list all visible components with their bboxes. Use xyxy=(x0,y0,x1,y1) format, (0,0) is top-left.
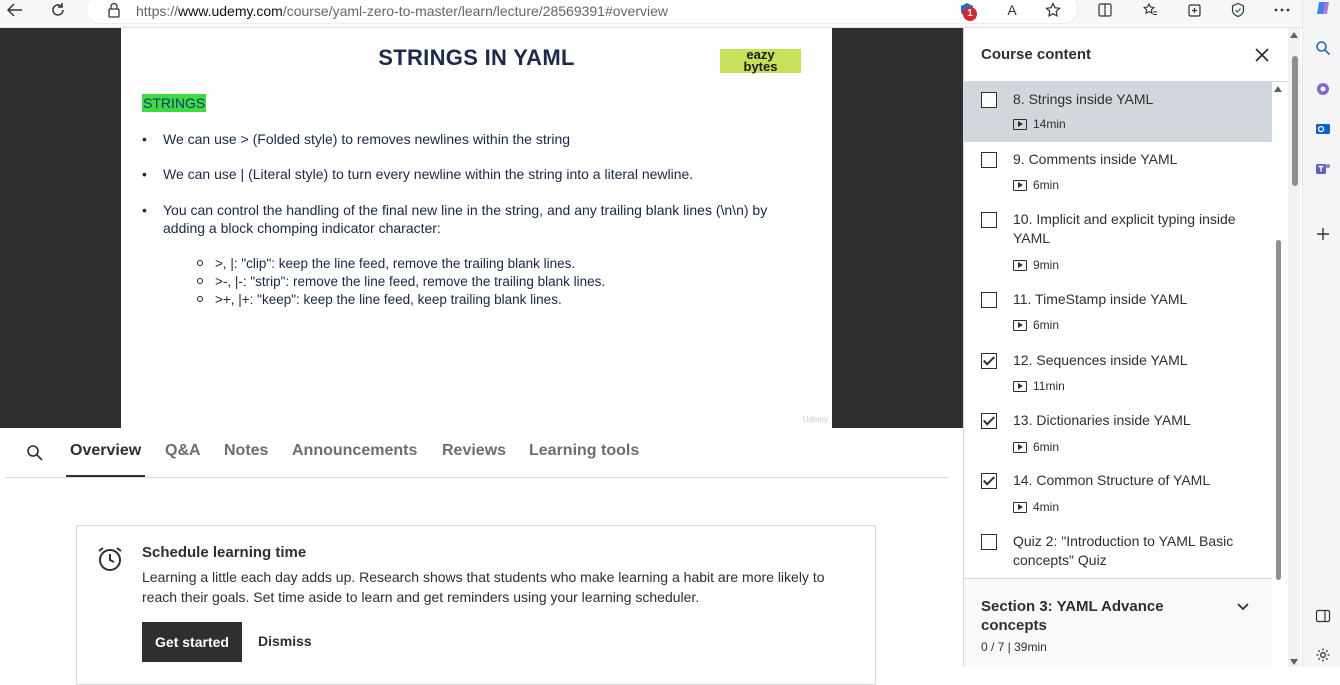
page-scrollbar-thumb[interactable] xyxy=(1292,56,1298,186)
slide-watermark: Udemy xyxy=(802,415,828,424)
lecture-title: 14. Common Structure of YAML xyxy=(1013,472,1211,488)
lecture-checkbox[interactable] xyxy=(981,534,997,550)
video-icon xyxy=(1013,118,1027,130)
card-title: Schedule learning time xyxy=(142,544,307,561)
teams-icon[interactable] xyxy=(1315,161,1331,177)
quiz-item[interactable]: Quiz 2: "Introduction to YAML Basic conc… xyxy=(964,524,1272,578)
split-screen-icon[interactable] xyxy=(1093,0,1117,20)
browser-sidebar xyxy=(1302,0,1340,667)
lecture-title: 11. TimeStamp inside YAML xyxy=(1013,291,1188,307)
lecture-checkbox[interactable] xyxy=(981,212,997,228)
lecture-checkbox-checked[interactable] xyxy=(981,413,997,429)
read-aloud-icon[interactable]: A xyxy=(1000,0,1024,20)
lecture-duration: 6min xyxy=(1013,440,1059,454)
tab-announcements[interactable]: Announcements xyxy=(292,442,417,460)
lecture-title: 12. Sequences inside YAML xyxy=(1013,352,1188,368)
browser-essentials-icon[interactable] xyxy=(1226,0,1250,20)
lecture-item[interactable]: 14. Common Structure of YAML 4min xyxy=(964,463,1272,524)
eazybytes-logo: eazy bytes xyxy=(720,48,801,73)
lecture-item[interactable]: 10. Implicit and explicit typing inside … xyxy=(964,202,1272,282)
section-header[interactable]: Section 3: YAML Advance concepts 0 / 7 |… xyxy=(964,578,1272,667)
outlook-icon[interactable] xyxy=(1315,121,1331,137)
lecture-duration: 9min xyxy=(1013,258,1059,272)
card-description: Learning a little each day adds up. Rese… xyxy=(142,569,825,605)
video-icon xyxy=(1013,319,1027,331)
collections-icon[interactable] xyxy=(1182,0,1206,20)
schedule-learning-card: Schedule learning time Learning a little… xyxy=(76,525,876,685)
lock-icon xyxy=(108,2,120,18)
lecture-checkbox[interactable] xyxy=(981,152,997,168)
course-content-sidebar: Course content 8. Strings inside YAML 14… xyxy=(963,28,1302,667)
tab-reviews[interactable]: Reviews xyxy=(442,442,506,460)
tab-notes[interactable]: Notes xyxy=(224,442,268,460)
slide-highlight: STRINGS xyxy=(142,94,207,112)
favorite-star-icon[interactable] xyxy=(1041,0,1065,20)
lecture-item[interactable]: 8. Strings inside YAML 14min xyxy=(964,82,1272,142)
lecture-item[interactable]: 13. Dictionaries inside YAML 6min xyxy=(964,403,1272,463)
lecture-slide: STRINGS IN YAML eazy bytes STRINGS • We ca… xyxy=(121,28,832,428)
lecture-list: 8. Strings inside YAML 14min 9. Comments… xyxy=(964,82,1272,578)
sidebar-toggle-icon[interactable] xyxy=(1315,608,1331,624)
close-icon[interactable] xyxy=(1253,46,1271,64)
video-icon xyxy=(1013,179,1027,191)
page-scroll-down-icon[interactable] xyxy=(1290,659,1298,665)
video-icon xyxy=(1013,441,1027,453)
lecture-checkbox-checked[interactable] xyxy=(981,353,997,369)
tab-qa[interactable]: Q&A xyxy=(165,442,201,460)
lecture-duration: 11min xyxy=(1013,379,1065,393)
lecture-item[interactable]: 11. TimeStamp inside YAML 6min xyxy=(964,282,1272,342)
video-icon xyxy=(1013,501,1027,513)
add-icon[interactable] xyxy=(1315,226,1331,242)
more-menu-icon[interactable] xyxy=(1270,0,1294,20)
scroll-up-arrow-icon[interactable] xyxy=(1274,86,1282,92)
lecture-checkbox[interactable] xyxy=(981,92,997,108)
lecture-duration: 6min xyxy=(1013,178,1059,192)
section-title: Section 3: YAML Advance concepts xyxy=(981,598,1164,634)
back-icon[interactable] xyxy=(3,0,27,20)
search-icon[interactable] xyxy=(26,444,44,462)
lecture-duration: 14min xyxy=(1013,117,1066,131)
list-scrollbar[interactable] xyxy=(1276,240,1281,580)
notification-badge: 1 xyxy=(963,7,977,21)
lecture-title: 8. Strings inside YAML xyxy=(1013,91,1154,107)
section-progress: 0 / 7 | 39min xyxy=(981,640,1047,654)
copilot-icon[interactable] xyxy=(1315,0,1331,16)
lecture-tabs: Overview Q&A Notes Announcements Reviews… xyxy=(6,428,948,478)
dismiss-button[interactable]: Dismiss xyxy=(258,633,312,649)
favorites-icon[interactable] xyxy=(1138,0,1162,20)
lecture-title: 13. Dictionaries inside YAML xyxy=(1013,412,1191,428)
url-text: https://www.udemy.com/course/yaml-zero-t… xyxy=(136,3,668,19)
lecture-item[interactable]: 9. Comments inside YAML 6min xyxy=(964,142,1272,202)
search-icon[interactable] xyxy=(1315,40,1331,56)
lecture-title: 9. Comments inside YAML xyxy=(1013,151,1178,167)
lecture-title: 10. Implicit and explicit typing inside … xyxy=(1013,211,1236,246)
page-scroll-up-icon[interactable] xyxy=(1290,32,1298,38)
video-icon xyxy=(1013,380,1027,392)
settings-gear-icon[interactable] xyxy=(1315,647,1331,663)
lecture-checkbox[interactable] xyxy=(981,292,997,308)
lecture-duration: 6min xyxy=(1013,318,1059,332)
alarm-clock-icon xyxy=(98,547,122,571)
active-tab-indicator xyxy=(66,475,145,477)
slide-sub-bullet: >-, |-: "strip": remove the line feed, r… xyxy=(197,273,605,291)
quiz-title: Quiz 2: "Introduction to YAML Basic conc… xyxy=(1013,533,1234,568)
address-bar[interactable]: https://www.udemy.com/course/yaml-zero-t… xyxy=(86,0,1078,24)
sidebar-header: Course content xyxy=(964,28,1302,82)
chevron-down-icon[interactable] xyxy=(1236,600,1250,614)
slide-sub-bullet: >+, |+: "keep": keep the line feed, keep… xyxy=(197,291,562,309)
tab-overview[interactable]: Overview xyxy=(70,442,141,460)
browser-toolbar: https://www.udemy.com/course/yaml-zero-t… xyxy=(0,0,1340,28)
tab-learning-tools[interactable]: Learning tools xyxy=(529,442,639,460)
video-icon xyxy=(1013,259,1027,271)
video-player[interactable]: STRINGS IN YAML eazy bytes STRINGS • We ca… xyxy=(0,28,963,428)
get-started-button[interactable]: Get started xyxy=(142,622,242,662)
sidebar-title: Course content xyxy=(981,46,1092,63)
refresh-icon[interactable] xyxy=(46,0,70,20)
lecture-duration: 4min xyxy=(1013,500,1059,514)
lecture-item[interactable]: 12. Sequences inside YAML 11min xyxy=(964,343,1272,403)
slide-sub-bullet: >, |: "clip": keep the line feed, remove… xyxy=(197,255,575,273)
lecture-checkbox-checked[interactable] xyxy=(981,473,997,489)
shopping-icon[interactable] xyxy=(1315,81,1331,97)
